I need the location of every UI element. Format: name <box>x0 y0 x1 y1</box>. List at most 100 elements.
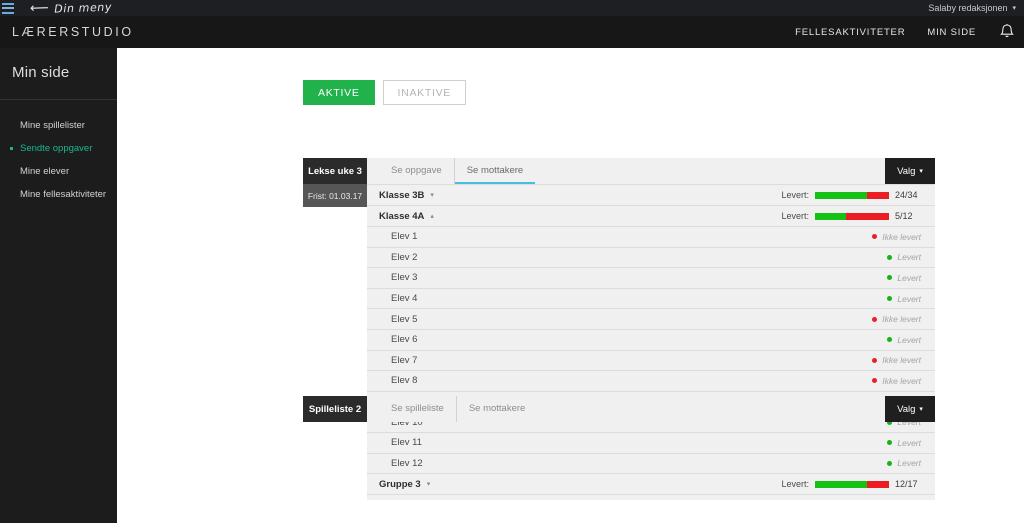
sidebar-item-sendte-oppgaver[interactable]: Sendte oppgaver <box>0 137 117 160</box>
app-header: LÆRERSTUDIO FELLESAKTIVITETER MIN SIDE <box>0 16 1024 48</box>
status-dot-delivered-icon <box>887 275 893 281</box>
arrow-left-icon: ⟵ <box>29 0 50 16</box>
sidebar-item-mine-fellesaktiviteter[interactable]: Mine fellesaktiviteter <box>0 183 117 206</box>
assignment-card-spilleliste-2: Spilleliste 2 Se spilleliste Se mottaker… <box>303 396 935 422</box>
student-row[interactable]: Elev 3 Levert <box>367 267 935 288</box>
sidebar-title: Min side <box>12 64 70 81</box>
active-bullet-icon <box>10 147 13 150</box>
progress-bar <box>815 480 889 488</box>
student-row[interactable]: Elev 12 Levert <box>367 452 935 474</box>
status-label: Levert <box>897 252 921 263</box>
annotation-text: Din meny <box>54 0 113 16</box>
student-name: Elev 7 <box>391 354 418 366</box>
sidebar-item-label: Mine spillelister <box>20 120 85 131</box>
student-row[interactable]: Elev 6 Levert <box>367 328 935 350</box>
student-row[interactable]: Elev 2 Levert <box>367 246 935 268</box>
status-dot-delivered-icon <box>887 254 893 260</box>
progress-bar <box>815 212 889 220</box>
card-tab-bar: Se spilleliste Se mottakere Valg ▾ <box>367 396 935 422</box>
status-label: Levert <box>897 293 921 304</box>
status-label: Levert <box>897 437 921 448</box>
tab-se-spilleliste[interactable]: Se spilleliste <box>379 396 456 422</box>
status-label: Ikke levert <box>882 314 921 325</box>
student-status: Levert <box>887 330 921 350</box>
student-row[interactable]: Elev 5 Ikke levert <box>367 308 935 329</box>
status-dot-delivered-icon <box>887 440 893 446</box>
card-title-tab[interactable]: Lekse uke 3 <box>303 158 367 184</box>
bell-icon[interactable] <box>998 22 1016 42</box>
status-dot-not-delivered-icon <box>872 234 878 240</box>
student-name: Elev 11 <box>391 437 422 449</box>
nav-item-fellesaktiviteter[interactable]: FELLESAKTIVITETER <box>795 27 905 38</box>
valg-label: Valg <box>897 165 916 177</box>
filter-inaktive-button[interactable]: INAKTIVE <box>382 80 466 105</box>
student-status: Levert <box>887 268 921 288</box>
account-name: Salaby redaksjonen <box>928 3 1008 13</box>
student-name: Elev 4 <box>391 293 418 305</box>
tab-se-oppgave[interactable]: Se oppgave <box>379 158 454 184</box>
app-screen: ⟵ Din meny Salaby redaksjonen ▾ LÆRERSTUD… <box>0 0 1024 523</box>
filter-aktive-button[interactable]: AKTIVE <box>303 80 375 105</box>
status-badge: Levert <box>887 335 921 345</box>
status-badge: Levert <box>887 294 921 304</box>
status-label: Levert <box>897 334 921 345</box>
group-row-klasse-3b[interactable]: Klasse 3B ▾ Levert: 24/34 <box>367 184 935 205</box>
sidebar-item-label: Mine fellesaktiviteter <box>20 189 107 200</box>
tab-se-mottakere[interactable]: Se mottakere <box>455 396 538 422</box>
sidebar-item-mine-elever[interactable]: Mine elever <box>0 160 117 183</box>
chevron-up-icon: ▴ <box>430 213 434 220</box>
student-status: Ikke levert <box>872 309 921 329</box>
brand-logo[interactable]: LÆRERSTUDIO <box>12 25 134 39</box>
student-name: Elev 6 <box>391 334 418 346</box>
group-progress: Levert: 12/17 <box>781 474 921 494</box>
status-dot-delivered-icon <box>887 337 893 343</box>
student-row[interactable]: Elev 4 Levert <box>367 287 935 309</box>
handwritten-annotation: ⟵ Din meny <box>30 0 112 17</box>
student-name: Elev 12 <box>391 457 423 469</box>
main-content: AKTIVE INAKTIVE Lekse uke 3 Frist: 01.03… <box>117 48 1024 523</box>
group-name: Klasse 3B <box>379 189 425 201</box>
card-deadline-label: Frist: 01.03.17 <box>303 184 367 207</box>
card-tab-bar: Se oppgave Se mottakere Valg ▾ <box>367 158 935 184</box>
student-status: Ikke levert <box>872 371 921 391</box>
status-badge: Ikke levert <box>872 314 921 324</box>
status-badge: Ikke levert <box>872 376 921 386</box>
valg-button[interactable]: Valg ▾ <box>885 396 935 422</box>
status-dot-delivered-icon <box>887 296 893 302</box>
card-tab-block: Lekse uke 3 Frist: 01.03.17 <box>303 158 367 500</box>
card-footer <box>367 494 935 501</box>
student-name: Elev 2 <box>391 251 418 263</box>
card-title-tab[interactable]: Spilleliste 2 <box>303 396 367 422</box>
group-progress: Levert: 24/34 <box>781 185 921 205</box>
student-row[interactable]: Elev 8 Ikke levert <box>367 370 935 391</box>
chevron-down-icon: ▾ <box>426 481 431 489</box>
status-badge: Levert <box>887 273 921 283</box>
status-label: Ikke levert <box>882 375 921 386</box>
account-menu[interactable]: Salaby redaksjonen ▾ <box>928 0 1016 16</box>
status-label: Ikke levert <box>882 355 921 366</box>
student-row[interactable]: Elev 7 Ikke levert <box>367 349 935 371</box>
levert-label: Levert: <box>781 211 809 221</box>
student-row[interactable]: Elev 1 Ikke levert <box>367 226 935 247</box>
levert-label: Levert: <box>781 479 809 490</box>
group-name: Klasse 4A <box>379 210 425 222</box>
status-badge: Levert <box>887 458 921 468</box>
tab-se-mottakere[interactable]: Se mottakere <box>453 158 536 184</box>
status-dot-not-delivered-icon <box>872 316 878 322</box>
nav-item-min-side[interactable]: MIN SIDE <box>927 27 976 38</box>
card-body: Se spilleliste Se mottakere Valg ▾ <box>367 396 935 422</box>
status-dot-not-delivered-icon <box>872 378 878 384</box>
sidebar-item-mine-spillelister[interactable]: Mine spillelister <box>0 114 117 137</box>
group-row-gruppe-3[interactable]: Gruppe 3 ▾ Levert: 12/17 <box>367 473 935 494</box>
chevron-down-icon: ▾ <box>430 192 434 199</box>
valg-button[interactable]: Valg ▾ <box>885 158 935 184</box>
status-label: Levert <box>897 458 921 469</box>
chevron-down-icon: ▾ <box>919 406 923 413</box>
card-body: Se oppgave Se mottakere Valg ▾ Klasse 3B… <box>367 158 935 501</box>
student-row[interactable]: Elev 11 Levert <box>367 431 935 453</box>
levert-label: Levert: <box>781 190 809 200</box>
student-status: Levert <box>887 433 921 453</box>
group-row-klasse-4a[interactable]: Klasse 4A ▴ Levert: 5/12 <box>367 205 935 226</box>
progress-fraction: 12/17 <box>895 479 918 490</box>
hamburger-icon[interactable] <box>2 2 14 14</box>
